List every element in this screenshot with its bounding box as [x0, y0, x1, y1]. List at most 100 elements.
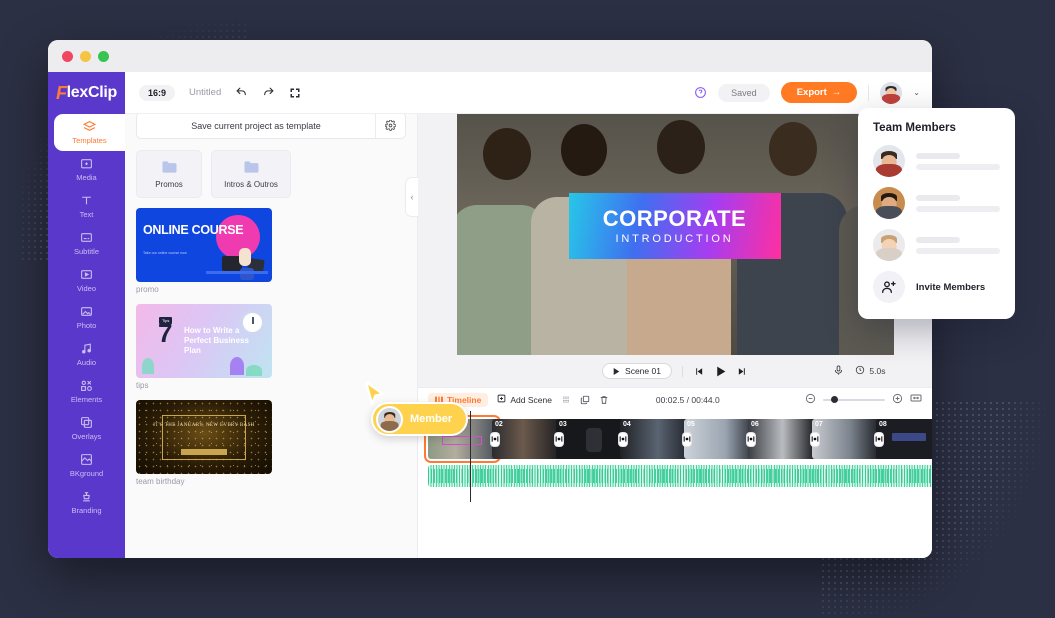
sidebar-item-branding[interactable]: Branding: [48, 484, 125, 521]
dropdown-title: Team Members: [873, 122, 956, 134]
clip-number: 02: [495, 421, 503, 428]
folder-icon: [161, 160, 178, 176]
sidebar-item-templates[interactable]: Templates: [54, 114, 125, 151]
save-template-button[interactable]: Save current project as template: [137, 113, 375, 138]
undo-icon[interactable]: [235, 86, 248, 99]
app-window: FlexClip Templates Media Text Subtitle V…: [48, 40, 932, 558]
sidebar-item-overlays[interactable]: Overlays: [48, 410, 125, 447]
table-row[interactable]: 05: [684, 419, 753, 459]
help-icon[interactable]: [694, 86, 707, 99]
invite-members-button[interactable]: Invite Members: [873, 271, 1000, 303]
transition-handle[interactable]: [810, 432, 819, 446]
member-placeholder-lines: [916, 236, 1000, 254]
list-item[interactable]: [873, 145, 1000, 177]
play-icon[interactable]: [714, 365, 727, 378]
transition-handle[interactable]: [618, 432, 627, 446]
timeline-clip-list: 01 02 03 04: [424, 415, 932, 463]
table-row[interactable]: 08: [876, 419, 932, 459]
fullscreen-icon[interactable]: [289, 87, 301, 99]
table-row[interactable]: 06: [748, 419, 817, 459]
template-card[interactable]: Tips 7 How to Write a Perfect Business P…: [136, 304, 272, 390]
saved-status[interactable]: Saved: [718, 83, 770, 102]
transition-handle[interactable]: [682, 432, 691, 446]
canvas-title-box[interactable]: CORPORATE INTRODUCTION: [569, 193, 781, 259]
clip-number: 08: [879, 421, 887, 428]
audio-waveform-track[interactable]: [428, 465, 932, 487]
table-row[interactable]: 04: [620, 419, 689, 459]
folder-intros-outros[interactable]: Intros & Outros: [211, 150, 291, 198]
zoom-slider[interactable]: [823, 396, 885, 403]
skip-previous-icon[interactable]: [693, 366, 704, 377]
chevron-down-icon[interactable]: ⌄: [913, 88, 920, 97]
template-label: promo: [136, 285, 159, 294]
microphone-icon[interactable]: [833, 364, 844, 378]
sidebar-item-video[interactable]: Video: [48, 262, 125, 299]
window-minimize-button[interactable]: [80, 50, 91, 62]
sidebar-item-bkground[interactable]: BKground: [48, 447, 125, 484]
sidebar-item-photo[interactable]: Photo: [48, 299, 125, 336]
sidebar-item-text[interactable]: Text: [48, 188, 125, 225]
avatar: [873, 145, 905, 177]
zoom-slider-knob[interactable]: [831, 396, 838, 403]
sidebar-item-audio[interactable]: Audio: [48, 336, 125, 373]
trash-icon[interactable]: [599, 395, 609, 405]
chevron-left-icon[interactable]: ‹: [405, 177, 418, 217]
left-sidebar: FlexClip Templates Media Text Subtitle V…: [48, 72, 125, 558]
transition-handle[interactable]: [746, 432, 755, 446]
sidebar-item-media[interactable]: Media: [48, 151, 125, 188]
skip-next-icon[interactable]: [737, 366, 748, 377]
thumb-subtitle: Take our online course now: [143, 251, 187, 255]
aspect-ratio-chip[interactable]: 16:9: [139, 84, 176, 101]
scene-selector[interactable]: Scene 01: [602, 363, 672, 379]
sidebar-item-label: BKground: [69, 469, 104, 478]
duplicate-icon[interactable]: [580, 395, 590, 405]
list-item[interactable]: [873, 187, 1000, 219]
audio-icon: [80, 342, 93, 355]
thumb-title: How to Write a Perfect Business Plan: [184, 326, 249, 355]
transition-handle[interactable]: [490, 432, 499, 446]
sidebar-item-label: Photo: [76, 321, 97, 330]
redo-icon[interactable]: [262, 86, 275, 99]
window-maximize-button[interactable]: [98, 50, 109, 62]
member-pill[interactable]: Member: [371, 402, 469, 436]
timeline-playhead[interactable]: [470, 411, 471, 502]
transition-handle[interactable]: [554, 432, 563, 446]
templates-panel: Templates Team Templates Save current pr…: [125, 72, 418, 558]
elements-icon: [80, 379, 93, 392]
table-row[interactable]: 02: [492, 419, 561, 459]
sidebar-item-subtitle[interactable]: Subtitle: [48, 225, 125, 262]
zoom-in-icon[interactable]: [892, 391, 903, 409]
canvas-subtitle: INTRODUCTION: [615, 233, 734, 245]
table-row[interactable]: 07: [812, 419, 881, 459]
window-close-button[interactable]: [62, 50, 73, 62]
app-logo[interactable]: FlexClip: [48, 72, 125, 114]
folder-promos[interactable]: Promos: [136, 150, 202, 198]
thumb-title: IT'S THE JANUARY, NEW EVERY BASH: [153, 423, 255, 428]
clip-number: 06: [751, 421, 759, 428]
split-icon[interactable]: [561, 395, 571, 405]
gear-icon[interactable]: [375, 113, 405, 138]
add-scene-button[interactable]: Add Scene: [497, 394, 552, 405]
divider: [868, 84, 870, 101]
avatar[interactable]: [880, 81, 903, 104]
transition-handle[interactable]: [874, 432, 883, 446]
fit-to-width-icon[interactable]: [910, 391, 922, 409]
export-button[interactable]: Export →: [780, 82, 858, 103]
project-title[interactable]: Untitled: [189, 87, 221, 98]
main-area: 100% ⌄ Transform Filter Adjust Animation…: [418, 72, 932, 558]
canvas-title: CORPORATE: [602, 206, 747, 231]
template-label: tips: [136, 381, 149, 390]
template-label: team birthday: [136, 477, 185, 486]
video-canvas[interactable]: CORPORATE INTRODUCTION: [456, 110, 894, 355]
template-card[interactable]: ONLINE COURSE Take our online course now…: [136, 208, 272, 294]
sidebar-item-label: Templates: [72, 136, 107, 145]
template-card[interactable]: IT'S THE JANUARY, NEW EVERY BASH team bi…: [136, 400, 272, 486]
sidebar-item-label: Branding: [71, 506, 102, 515]
sidebar-item-elements[interactable]: Elements: [48, 373, 125, 410]
list-item[interactable]: [873, 229, 1000, 261]
table-row[interactable]: 03: [556, 419, 625, 459]
playback-controls: Scene 01 5.0s: [457, 355, 894, 387]
folder-icon: [243, 160, 260, 176]
zoom-out-icon[interactable]: [805, 391, 816, 409]
folder-label: Intros & Outros: [224, 179, 278, 189]
